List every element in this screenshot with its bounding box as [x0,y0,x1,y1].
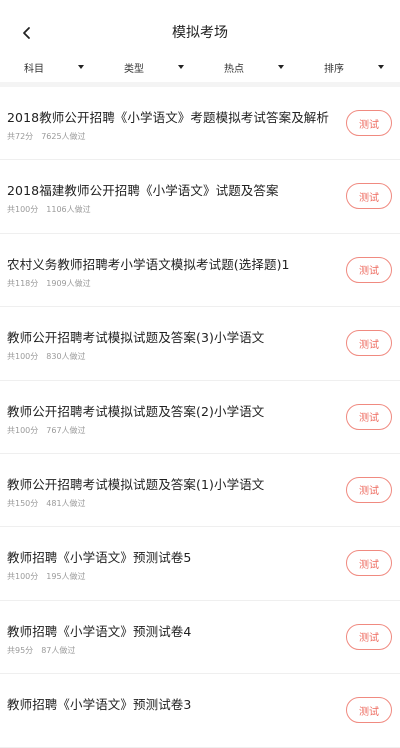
exam-title: 2018教师公开招聘《小学语文》考题模拟考试答案及解析 [7,110,330,125]
exam-title: 教师公开招聘考试模拟试题及答案(1)小学语文 [7,476,265,492]
filter-type[interactable]: 类型 [100,56,200,78]
exam-meta: 共100分 830人做过 [7,351,86,362]
filter-bar: 科目 类型 热点 排序 [0,56,400,78]
exam-count: 1106人做过 [46,205,91,215]
exam-count: 767人做过 [46,425,86,435]
list-item[interactable]: 农村义务教师招聘考小学语文模拟考试题(选择题)1 共118分 1909人做过 测试 [0,234,400,308]
exam-title: 教师招聘《小学语文》预测试卷4 [7,623,192,639]
filter-hot[interactable]: 热点 [200,56,300,78]
caret-down-icon [178,65,184,69]
exam-score: 共100分 [7,352,39,362]
exam-meta: 共72分 7625人做过 [7,131,86,142]
list-item[interactable]: 2018福建教师公开招聘《小学语文》试题及答案 共100分 1106人做过 测试 [0,160,400,234]
exam-meta: 共100分 767人做过 [7,425,86,436]
caret-down-icon [78,65,84,69]
exam-count: 1909人做过 [46,278,91,288]
test-button[interactable]: 测试 [346,476,392,503]
test-button[interactable]: 测试 [346,403,392,430]
test-button[interactable]: 测试 [346,623,392,650]
filter-label: 排序 [324,63,344,75]
filter-label: 热点 [224,63,244,75]
list-item[interactable]: 教师公开招聘考试模拟试题及答案(1)小学语文 共150分 481人做过 测试 [0,454,400,528]
exam-score: 共150分 [7,498,39,508]
list-item[interactable]: 教师招聘《小学语文》预测试卷5 共100分 195人做过 测试 [0,527,400,601]
test-button[interactable]: 测试 [346,256,392,283]
exam-score: 共100分 [7,425,39,435]
exam-title: 2018福建教师公开招聘《小学语文》试题及答案 [7,183,279,199]
test-button[interactable]: 测试 [346,183,392,210]
exam-meta: 共100分 195人做过 [7,571,86,582]
list-item[interactable]: 2018教师公开招聘《小学语文》考题模拟考试答案及解析 共72分 7625人做过 … [0,87,400,161]
exam-title: 教师公开招聘考试模拟试题及答案(3)小学语文 [7,330,265,346]
filter-sort[interactable]: 排序 [300,56,400,78]
exam-score: 共95分 [7,645,34,655]
list-item[interactable]: 教师公开招聘考试模拟试题及答案(2)小学语文 共100分 767人做过 测试 [0,381,400,454]
exam-title: 教师公开招聘考试模拟试题及答案(2)小学语文 [7,403,265,419]
test-button[interactable]: 测试 [346,550,392,577]
exam-score: 共72分 [7,132,34,141]
test-button[interactable]: 测试 [346,110,392,136]
exam-count: 195人做过 [46,572,86,582]
caret-down-icon [278,65,284,69]
exam-list: 2018教师公开招聘《小学语文》考题模拟考试答案及解析 共72分 7625人做过 … [0,87,400,748]
header: 模拟考场 [0,0,400,64]
exam-title: 教师招聘《小学语文》预测试卷5 [7,550,192,566]
exam-meta [7,718,15,727]
filter-subject[interactable]: 科目 [0,56,100,78]
exam-meta: 共150分 481人做过 [7,498,86,509]
exam-count: 830人做过 [46,352,86,362]
page-title: 模拟考场 [172,25,228,41]
exam-count: 87人做过 [41,645,76,655]
list-item[interactable]: 教师公开招聘考试模拟试题及答案(3)小学语文 共100分 830人做过 测试 [0,307,400,381]
exam-count: 481人做过 [46,498,86,508]
exam-score: 共100分 [7,205,39,215]
list-item[interactable]: 教师招聘《小学语文》预测试卷4 共95分 87人做过 测试 [0,601,400,675]
exam-count: 7625人做过 [41,132,86,141]
test-button[interactable]: 测试 [346,697,392,724]
exam-score: 共118分 [7,278,39,288]
test-button[interactable]: 测试 [346,330,392,357]
filter-label: 类型 [124,63,144,75]
caret-down-icon [378,65,384,69]
exam-title: 教师招聘《小学语文》预测试卷3 [7,697,192,713]
exam-score: 共100分 [7,572,39,582]
exam-meta: 共118分 1909人做过 [7,278,91,289]
exam-title: 农村义务教师招聘考小学语文模拟考试题(选择题)1 [7,256,290,272]
filter-label: 科目 [24,63,44,75]
exam-meta: 共100分 1106人做过 [7,204,91,215]
exam-meta: 共95分 87人做过 [7,645,75,656]
